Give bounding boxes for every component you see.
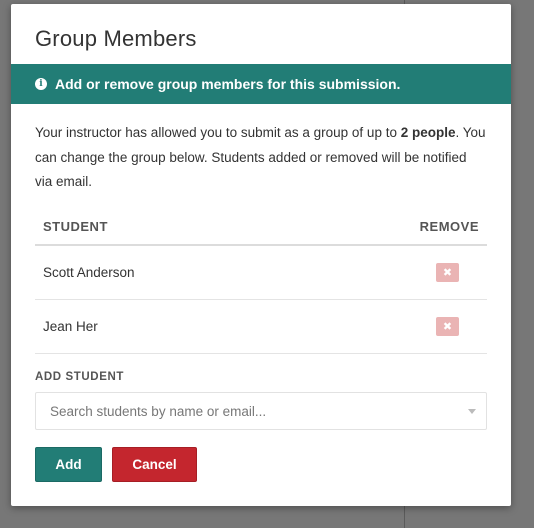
- modal-title: Group Members: [35, 26, 197, 51]
- info-banner: i Add or remove group members for this s…: [11, 64, 511, 104]
- table-header: STUDENT REMOVE: [35, 208, 487, 246]
- group-members-modal: Group Members i Add or remove group memb…: [11, 4, 511, 506]
- chevron-down-icon[interactable]: [468, 409, 476, 414]
- remove-member-button[interactable]: ✖: [436, 263, 459, 282]
- intro-text-start: Your instructor has allowed you to submi…: [35, 125, 401, 140]
- table-row: Scott Anderson ✖: [35, 246, 487, 300]
- banner-text: Add or remove group members for this sub…: [55, 76, 401, 92]
- intro-text: Your instructor has allowed you to submi…: [35, 121, 487, 195]
- group-size-limit: 2 people: [400, 125, 456, 140]
- cancel-button[interactable]: Cancel: [112, 447, 197, 482]
- info-icon: i: [35, 78, 47, 90]
- close-icon: ✖: [442, 321, 453, 333]
- remove-member-button[interactable]: ✖: [436, 317, 459, 336]
- student-search-select[interactable]: [35, 392, 487, 430]
- column-header-student: STUDENT: [43, 218, 108, 234]
- column-header-remove: REMOVE: [419, 218, 479, 234]
- members-table: STUDENT REMOVE Scott Anderson ✖ Jean Her…: [35, 208, 487, 354]
- add-button[interactable]: Add: [35, 447, 102, 482]
- close-icon: ✖: [442, 267, 453, 279]
- student-name: Scott Anderson: [43, 265, 135, 280]
- student-search-input[interactable]: [48, 402, 452, 420]
- student-name: Jean Her: [43, 319, 98, 334]
- add-student-label: ADD STUDENT: [35, 371, 125, 383]
- table-row: Jean Her ✖: [35, 300, 487, 354]
